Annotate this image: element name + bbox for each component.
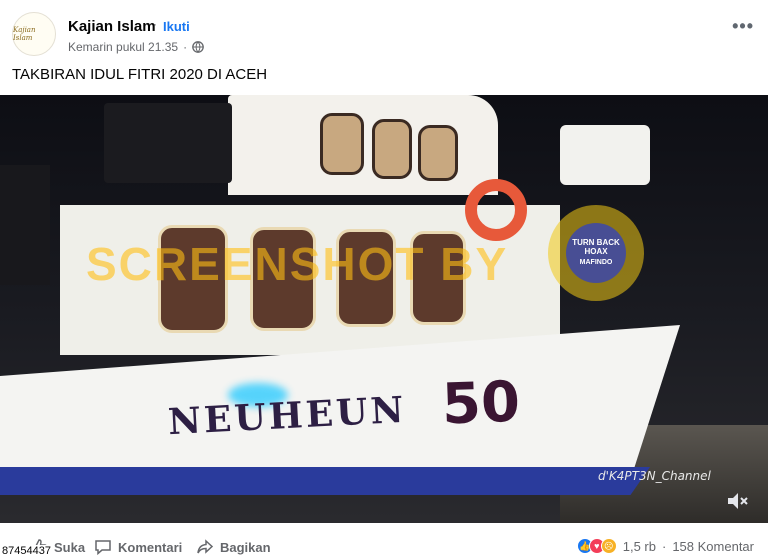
reaction-count: 1,5 rb <box>622 538 656 554</box>
stamp-org: MAFINDO <box>579 258 613 266</box>
upper-window <box>320 113 364 175</box>
stamp-text: TURN BACK HOAX <box>572 238 620 257</box>
view-count: 87454437 <box>0 545 53 557</box>
timestamp-link[interactable]: Kemarin pukul 21.35 <box>68 40 178 54</box>
post-actions-bar: Suka Komentari Bagikan 👍 ♥ ☹ 1,5 rb · 15… <box>0 528 768 559</box>
turnbackhoax-stamp: TURN BACK HOAX MAFINDO <box>548 205 644 301</box>
post-caption: TAKBIRAN IDUL FITRI 2020 DI ACEH <box>12 66 268 83</box>
share-arrow-icon <box>197 539 214 554</box>
page-avatar[interactable]: Kajian Islam <box>12 12 56 56</box>
upper-window <box>372 119 412 179</box>
avatar-logo-text: Kajian Islam <box>13 26 36 42</box>
spotlight-lamp <box>560 125 650 185</box>
comment-button[interactable]: Komentari <box>94 538 182 556</box>
separator-dot: · <box>661 538 667 554</box>
share-button[interactable]: Bagikan <box>196 538 271 556</box>
hull-stripe <box>0 467 650 495</box>
separator-dot: · <box>153 17 157 31</box>
channel-credit: d'K4PT3N_Channel <box>598 469 711 483</box>
upper-window <box>418 125 458 181</box>
lifebuoy-ring <box>465 179 527 241</box>
follow-button[interactable]: Ikuti <box>163 19 190 34</box>
like-label: Suka <box>54 539 86 555</box>
post-meta: Kemarin pukul 21.35 · <box>68 40 204 54</box>
share-label: Bagikan <box>220 539 271 555</box>
loudspeaker <box>104 103 232 183</box>
stamp-center: TURN BACK HOAX MAFINDO <box>566 223 626 283</box>
page-name-link[interactable]: Kajian Islam <box>68 18 156 35</box>
comment-count-link[interactable]: 158 Komentar <box>672 539 754 554</box>
sad-icon: ☹ <box>600 538 617 554</box>
reaction-summary[interactable]: 👍 ♥ ☹ 1,5 rb · 158 Komentar <box>576 538 754 554</box>
comment-label: Komentari <box>118 539 183 555</box>
boat-number-text: 50 <box>440 369 522 438</box>
screenshot-watermark: SCREENSHOT BY <box>86 238 509 290</box>
comment-icon <box>95 540 111 556</box>
reaction-icons: 👍 ♥ ☹ <box>576 538 617 554</box>
post-header: Kajian Islam Kajian Islam · Ikuti Kemari… <box>0 0 768 62</box>
muted-speaker-icon[interactable] <box>726 491 750 511</box>
separator-dot: · <box>183 40 188 54</box>
loudspeaker-left <box>0 165 50 285</box>
globe-icon <box>192 41 204 53</box>
more-options-icon[interactable]: ••• <box>732 16 754 37</box>
video-player[interactable]: NEUHEUN 50 SCREENSHOT BY TURN BACK HOAX … <box>0 95 768 523</box>
